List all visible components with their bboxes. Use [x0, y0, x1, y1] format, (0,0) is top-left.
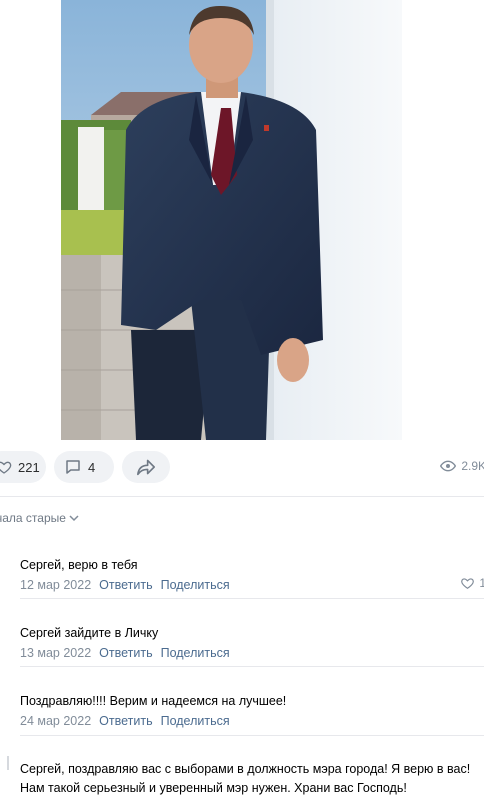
comment-date[interactable]: 12 мар 2022 [20, 578, 91, 592]
share-link[interactable]: Поделиться [161, 714, 230, 728]
comment-item: Поздравляю!!!! Верим и надеемся на лучше… [20, 692, 484, 728]
comment-text: Поздравляю!!!! Верим и надеемся на лучше… [20, 694, 287, 708]
comment-divider [20, 735, 484, 736]
comment-meta: 24 мар 2022 Ответить Поделиться [20, 714, 484, 728]
like-count: 221 [18, 459, 40, 475]
eye-icon [440, 460, 457, 472]
post-photo[interactable] [61, 0, 402, 440]
reply-link[interactable]: Ответить [99, 578, 152, 592]
comment-item: Сергей зайдите в Личку 13 мар 2022 Ответ… [20, 624, 484, 660]
comment-text: Сергей зайдите в Личку [20, 626, 159, 640]
divider [0, 496, 484, 497]
comment-meta: 13 мар 2022 Ответить Поделиться [20, 646, 484, 660]
comment-text: Сергей, поздравляю вас с выборами в долж… [20, 762, 471, 795]
share-link[interactable]: Поделиться [161, 578, 230, 592]
comment-divider [20, 666, 484, 667]
comment-button[interactable]: 4 [54, 451, 114, 483]
reply-link[interactable]: Ответить [99, 646, 152, 660]
chevron-down-icon [69, 515, 79, 522]
comment-meta: 12 мар 2022 Ответить Поделиться [20, 578, 484, 592]
thread-marker [7, 756, 9, 770]
like-button[interactable]: 221 [0, 451, 46, 483]
views-counter: 2.9K [440, 459, 484, 473]
comment-bubble-icon [66, 460, 80, 474]
comment-like-button[interactable]: 1 [460, 576, 484, 590]
comment-item: Сергей, верю в тебя 12 мар 2022 Ответить… [20, 556, 484, 592]
post-photo-area [0, 0, 484, 440]
heart-icon [0, 461, 12, 474]
comment-divider [20, 598, 484, 599]
comment-text: Сергей, верю в тебя [20, 558, 138, 572]
views-count: 2.9K [461, 459, 484, 473]
comment-date[interactable]: 13 мар 2022 [20, 646, 91, 660]
share-button[interactable] [122, 451, 170, 483]
share-link[interactable]: Поделиться [161, 646, 230, 660]
comment-sort-dropdown[interactable]: чала старые [0, 511, 79, 525]
reply-link[interactable]: Ответить [99, 714, 152, 728]
post-actions: 221 4 2.9K [0, 451, 484, 485]
comment-date[interactable]: 24 мар 2022 [20, 714, 91, 728]
comment-count: 4 [88, 459, 96, 475]
heart-icon [461, 578, 475, 589]
comment-like-count: 1 [479, 576, 484, 590]
comment-item: Сергей, поздравляю вас с выборами в долж… [20, 760, 472, 797]
share-arrow-icon [137, 459, 155, 476]
sort-label: чала старые [0, 511, 66, 525]
